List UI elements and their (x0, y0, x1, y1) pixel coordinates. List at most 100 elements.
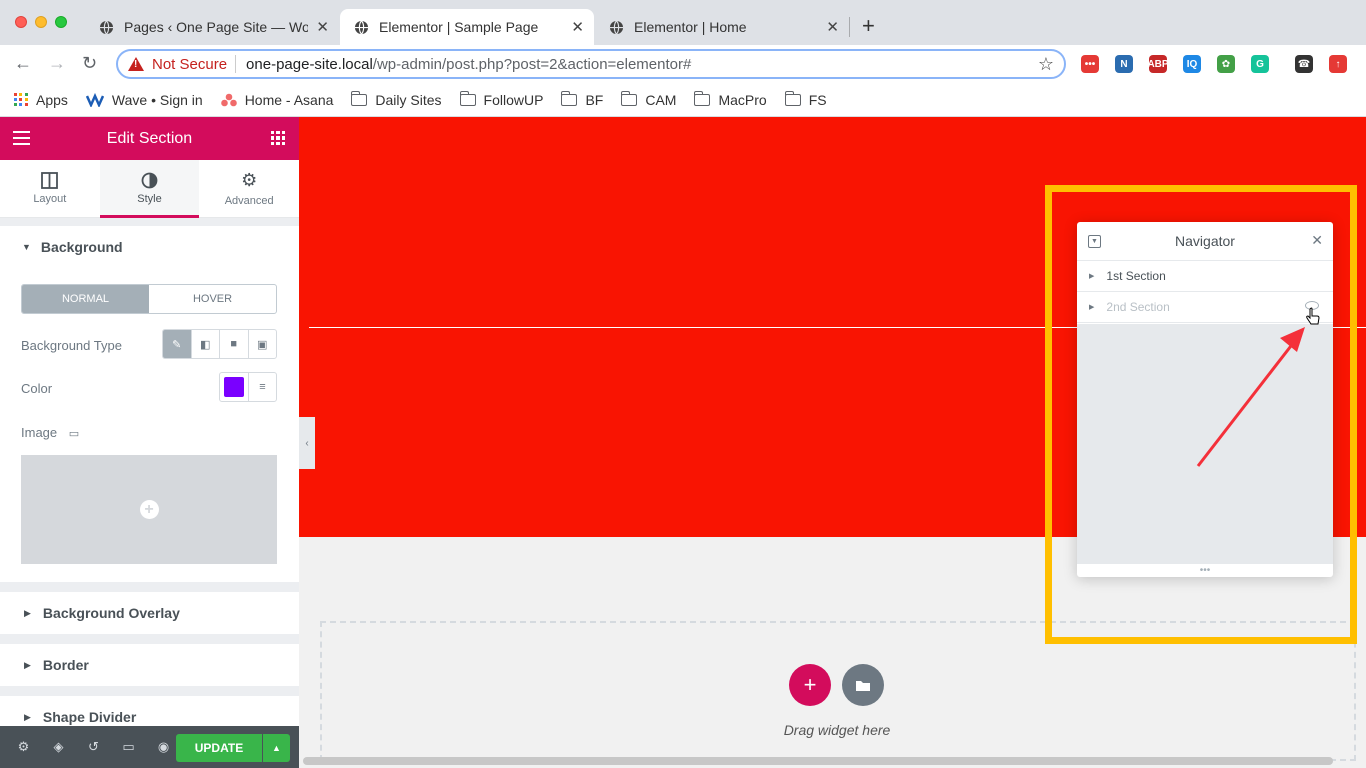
browser-tab-home[interactable]: Elementor | Home ✕ (595, 9, 849, 45)
bookmark-label: Daily Sites (375, 91, 442, 108)
tab-style[interactable]: Style (99, 160, 200, 218)
ext-abp-icon[interactable]: ABP (1147, 55, 1169, 73)
collapse-panel-handle[interactable]: ‹ (299, 417, 315, 469)
widgets-grid-icon[interactable] (271, 131, 285, 145)
bookmark-macpro[interactable]: MacPro (694, 90, 767, 108)
tab-label: Style (137, 193, 162, 205)
style-icon (141, 172, 158, 189)
ext-color-icon[interactable]: ✿ (1217, 55, 1235, 73)
bookmark-label: Home - Asana (244, 91, 334, 108)
new-tab-button[interactable]: + (862, 13, 875, 39)
minimize-window-button[interactable] (35, 16, 47, 28)
caret-right-icon: ▶ (24, 711, 31, 722)
bookmark-bf[interactable]: BF (561, 90, 603, 108)
bookmark-cam[interactable]: CAM (621, 90, 676, 108)
add-section-button[interactable]: + (789, 664, 831, 706)
tab-label: Advanced (224, 195, 274, 207)
close-tab-icon[interactable]: ✕ (571, 18, 584, 36)
tab-layout[interactable]: Layout (0, 160, 100, 217)
background-type-label: Background Type (21, 338, 122, 353)
color-picker[interactable]: ≡ (219, 372, 277, 402)
globe-icon (609, 20, 624, 34)
color-label: Color (21, 381, 53, 396)
menu-icon[interactable] (13, 131, 30, 149)
background-section: ▼ Background NORMAL HOVER Background Typ… (0, 226, 299, 582)
video-icon[interactable]: ■ (219, 330, 248, 358)
security-label: Not Secure (152, 55, 228, 73)
classic-brush-icon[interactable]: ✎ (163, 330, 191, 358)
settings-gear-icon[interactable]: ⚙ (6, 739, 41, 755)
bookmark-asana[interactable]: Home - Asana (220, 91, 334, 108)
update-button[interactable]: UPDATE (176, 734, 262, 762)
layout-icon (41, 172, 59, 189)
update-options-caret-icon[interactable]: ▲ (263, 734, 290, 762)
responsive-desktop-icon[interactable]: ▭ (111, 739, 146, 755)
folder-icon (621, 90, 638, 106)
section-title: Background Overlay (42, 605, 180, 621)
gear-icon: ⚙ (241, 170, 258, 190)
tab-advanced[interactable]: ⚙ Advanced (199, 160, 299, 217)
state-normal-tab[interactable]: NORMAL (22, 285, 149, 313)
section-title: Background (40, 239, 123, 255)
tab-title: Pages ‹ One Page Site — Word (124, 19, 309, 35)
ext-phone-icon[interactable]: ☎ (1295, 55, 1313, 73)
back-arrow-icon[interactable]: ← (14, 53, 32, 74)
image-label-text: Image (21, 425, 58, 440)
bookmark-fs[interactable]: FS (784, 90, 827, 108)
browser-tab-pages[interactable]: Pages ‹ One Page Site — Word ✕ (85, 9, 339, 45)
folder-icon (459, 90, 476, 106)
history-icon[interactable]: ↺ (76, 739, 111, 755)
ext-red-icon[interactable]: ••• (1081, 55, 1099, 73)
address-bar[interactable]: Not Secure one-page-site.local /wp-admin… (116, 49, 1066, 79)
bookmark-star-icon[interactable]: ☆ (1038, 54, 1054, 75)
address-divider (235, 55, 237, 73)
ext-iq-icon[interactable]: IQ (1183, 55, 1201, 73)
border-heading[interactable]: ▶ Border (0, 644, 299, 686)
add-template-button[interactable] (842, 664, 884, 706)
bookmark-label: FollowUP (483, 91, 544, 108)
apps-grid-icon (14, 92, 28, 107)
browser-tab-bar: Pages ‹ One Page Site — Word ✕ Elementor… (0, 0, 1366, 45)
gradient-icon[interactable]: ◧ (190, 330, 220, 358)
image-chooser[interactable]: + (21, 455, 277, 564)
bookmark-apps[interactable]: Apps (14, 92, 68, 108)
wave-logo-icon (85, 92, 104, 107)
bookmark-label: FS (808, 91, 827, 108)
ext-n-icon[interactable]: N (1115, 55, 1133, 73)
forward-arrow-icon[interactable]: → (48, 53, 66, 74)
ext-grammarly-icon[interactable]: G (1251, 55, 1269, 73)
close-window-button[interactable] (15, 16, 27, 28)
drag-widget-hint: Drag widget here (783, 722, 891, 738)
elementor-panel: Edit Section Layout Style ⚙ Advanced ▼ B… (0, 117, 299, 768)
background-heading[interactable]: ▼ Background (0, 226, 299, 268)
color-swatch[interactable] (220, 373, 249, 401)
panel-header: Edit Section (0, 117, 299, 160)
background-overlay-heading[interactable]: ▶ Background Overlay (0, 592, 299, 634)
slideshow-icon[interactable]: ▣ (247, 330, 277, 358)
state-hover-tab[interactable]: HOVER (149, 285, 276, 313)
state-tabs: NORMAL HOVER (21, 284, 277, 314)
horizontal-scrollbar[interactable] (303, 757, 1333, 765)
bookmark-followup[interactable]: FollowUP (459, 90, 544, 108)
bookmark-label: Wave • Sign in (111, 91, 203, 108)
asana-logo-icon (220, 93, 237, 106)
url-host: one-page-site.local (246, 55, 373, 73)
close-tab-icon[interactable]: ✕ (316, 18, 329, 36)
bookmark-wave[interactable]: Wave • Sign in (85, 91, 203, 108)
folder-icon (694, 90, 711, 106)
caret-down-icon: ▼ (22, 242, 31, 252)
desktop-icon[interactable]: ▭ (69, 428, 79, 440)
folder-icon (351, 90, 368, 106)
folder-icon (561, 90, 578, 106)
maximize-window-button[interactable] (55, 16, 67, 28)
ext-upload-icon[interactable]: ↑ (1329, 55, 1347, 73)
navigator-layers-icon[interactable]: ◈ (41, 739, 76, 755)
global-colors-icon[interactable]: ≡ (249, 373, 276, 401)
close-tab-icon[interactable]: ✕ (826, 18, 839, 36)
browser-tab-sample-page[interactable]: Elementor | Sample Page ✕ (340, 9, 594, 45)
panel-tabs: Layout Style ⚙ Advanced (0, 160, 299, 218)
url-path: /wp-admin/post.php?post=2&action=element… (372, 55, 692, 73)
bookmark-daily-sites[interactable]: Daily Sites (351, 90, 442, 108)
browser-toolbar: ← → ↻ Not Secure one-page-site.local /wp… (0, 45, 1366, 83)
reload-icon[interactable]: ↻ (82, 53, 97, 74)
